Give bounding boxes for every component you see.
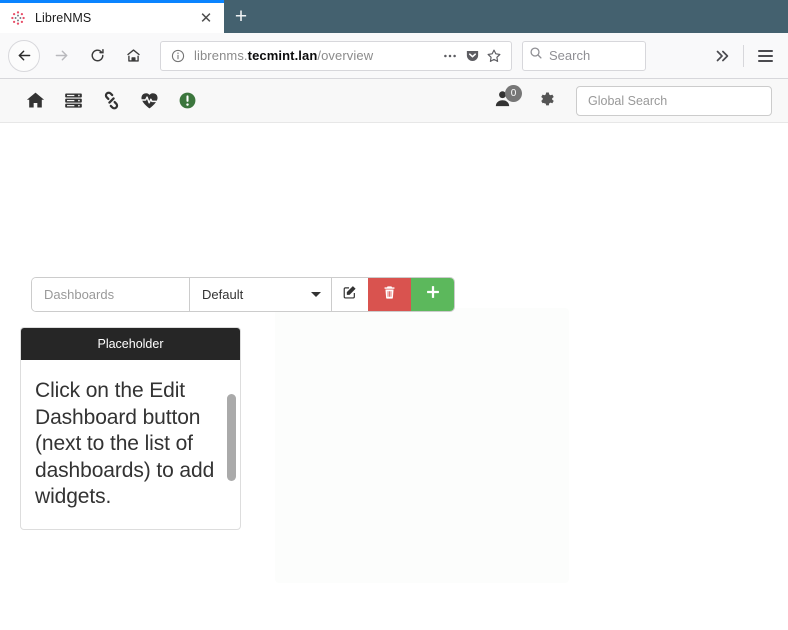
librenms-favicon-icon	[10, 10, 26, 26]
exclamation-circle-icon[interactable]	[168, 79, 206, 123]
search-icon	[529, 46, 543, 65]
gear-icon[interactable]	[522, 79, 568, 123]
widget-title: Placeholder	[21, 328, 240, 360]
placeholder-widget-panel: Placeholder Click on the Edit Dashboard …	[20, 327, 241, 530]
browser-search-input[interactable]: Search	[522, 40, 646, 71]
link-chain-icon[interactable]	[92, 79, 130, 123]
server-stack-icon[interactable]	[54, 79, 92, 123]
close-icon[interactable]: ✕	[196, 8, 216, 28]
url-text[interactable]: librenms.tecmint.lan/overview	[187, 48, 439, 63]
double-chevron-right-icon[interactable]	[707, 41, 737, 71]
dashboard-select-value: Default	[202, 287, 244, 302]
widget-body: Click on the Edit Dashboard button (next…	[21, 360, 240, 529]
info-circle-icon[interactable]	[169, 49, 187, 63]
dashboards-input[interactable]: Dashboards	[32, 278, 190, 311]
url-bar[interactable]: librenms.tecmint.lan/overview	[160, 40, 512, 71]
pencil-square-icon	[342, 284, 358, 305]
widget-scrollbar-thumb[interactable]	[227, 394, 236, 481]
dashboard-select[interactable]: Default	[190, 278, 332, 311]
toolbar-divider	[743, 44, 744, 67]
toolbar-right-group	[707, 41, 780, 71]
edit-dashboard-button[interactable]	[332, 278, 368, 311]
browser-chrome: LibreNMS ✕ + librenms.tecmint.lan/overvi…	[0, 0, 788, 79]
star-icon[interactable]	[483, 45, 505, 67]
browser-tab-librenms[interactable]: LibreNMS ✕	[0, 0, 224, 33]
home-icon[interactable]	[16, 79, 54, 123]
browser-search-placeholder: Search	[549, 48, 591, 63]
plus-icon	[425, 284, 441, 305]
home-icon[interactable]	[118, 41, 148, 71]
notification-badge[interactable]: 0	[505, 84, 522, 102]
forward-arrow-icon	[46, 41, 76, 71]
back-arrow-icon[interactable]	[8, 39, 40, 72]
widget-body-text: Click on the Edit Dashboard button (next…	[35, 379, 215, 508]
hamburger-menu-icon[interactable]	[750, 41, 780, 71]
url-prefix: librenms.	[194, 48, 248, 63]
librenms-navbar: 0 Global Search	[0, 79, 788, 123]
user-menu[interactable]: 0	[482, 79, 522, 123]
new-tab-icon[interactable]: +	[224, 0, 258, 33]
dashboard-page: Dashboards Default Placeholder Click on …	[0, 123, 788, 587]
chevron-down-icon	[311, 292, 321, 297]
tab-strip: LibreNMS ✕ +	[0, 0, 788, 33]
trash-icon	[382, 285, 397, 305]
global-search-placeholder: Global Search	[588, 93, 668, 108]
loading-placeholder-panel	[275, 308, 569, 583]
reload-icon[interactable]	[82, 41, 112, 71]
ellipsis-icon[interactable]	[439, 45, 461, 67]
url-path: /overview	[317, 48, 374, 63]
browser-toolbar: librenms.tecmint.lan/overview Search	[0, 33, 788, 79]
tab-title: LibreNMS	[35, 11, 92, 25]
heartbeat-heart-icon[interactable]	[130, 79, 168, 123]
pocket-icon[interactable]	[461, 45, 483, 67]
global-search-input[interactable]: Global Search	[576, 85, 772, 116]
dashboard-toolbar: Dashboards Default	[32, 278, 454, 311]
delete-dashboard-button[interactable]	[368, 278, 411, 311]
url-host: tecmint.lan	[247, 48, 318, 63]
navbar-right-group: 0 Global Search	[482, 79, 772, 123]
add-dashboard-button[interactable]	[411, 278, 454, 311]
